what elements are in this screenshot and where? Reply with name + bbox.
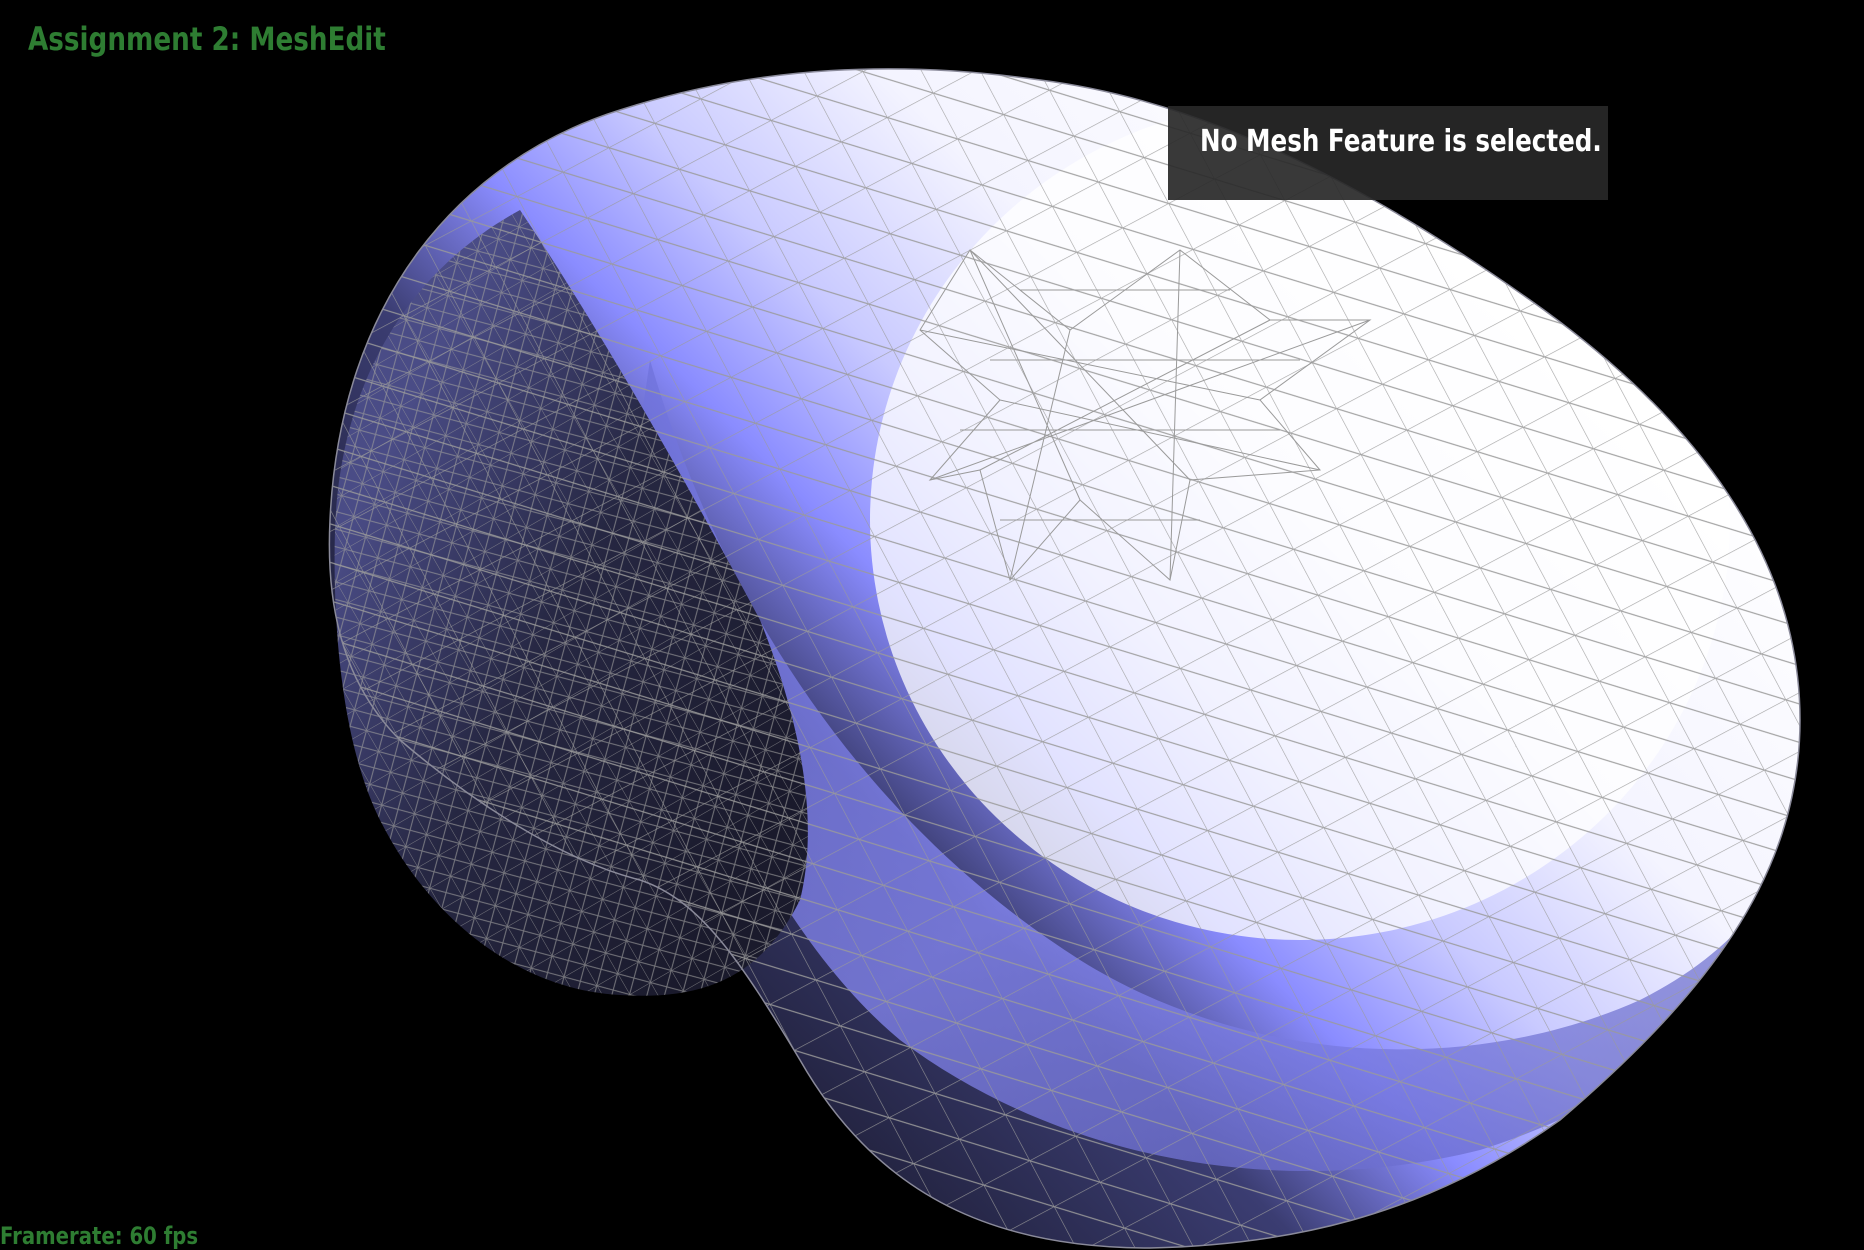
selection-info-panel: No Mesh Feature is selected.: [1168, 106, 1608, 200]
framerate-readout: Framerate: 60 fps: [0, 1222, 199, 1250]
app-title: Assignment 2: MeshEdit: [28, 20, 386, 58]
selection-info-text: No Mesh Feature is selected.: [1200, 124, 1602, 159]
mesh-viewport[interactable]: Assignment 2: MeshEdit No Mesh Feature i…: [0, 0, 1864, 1250]
